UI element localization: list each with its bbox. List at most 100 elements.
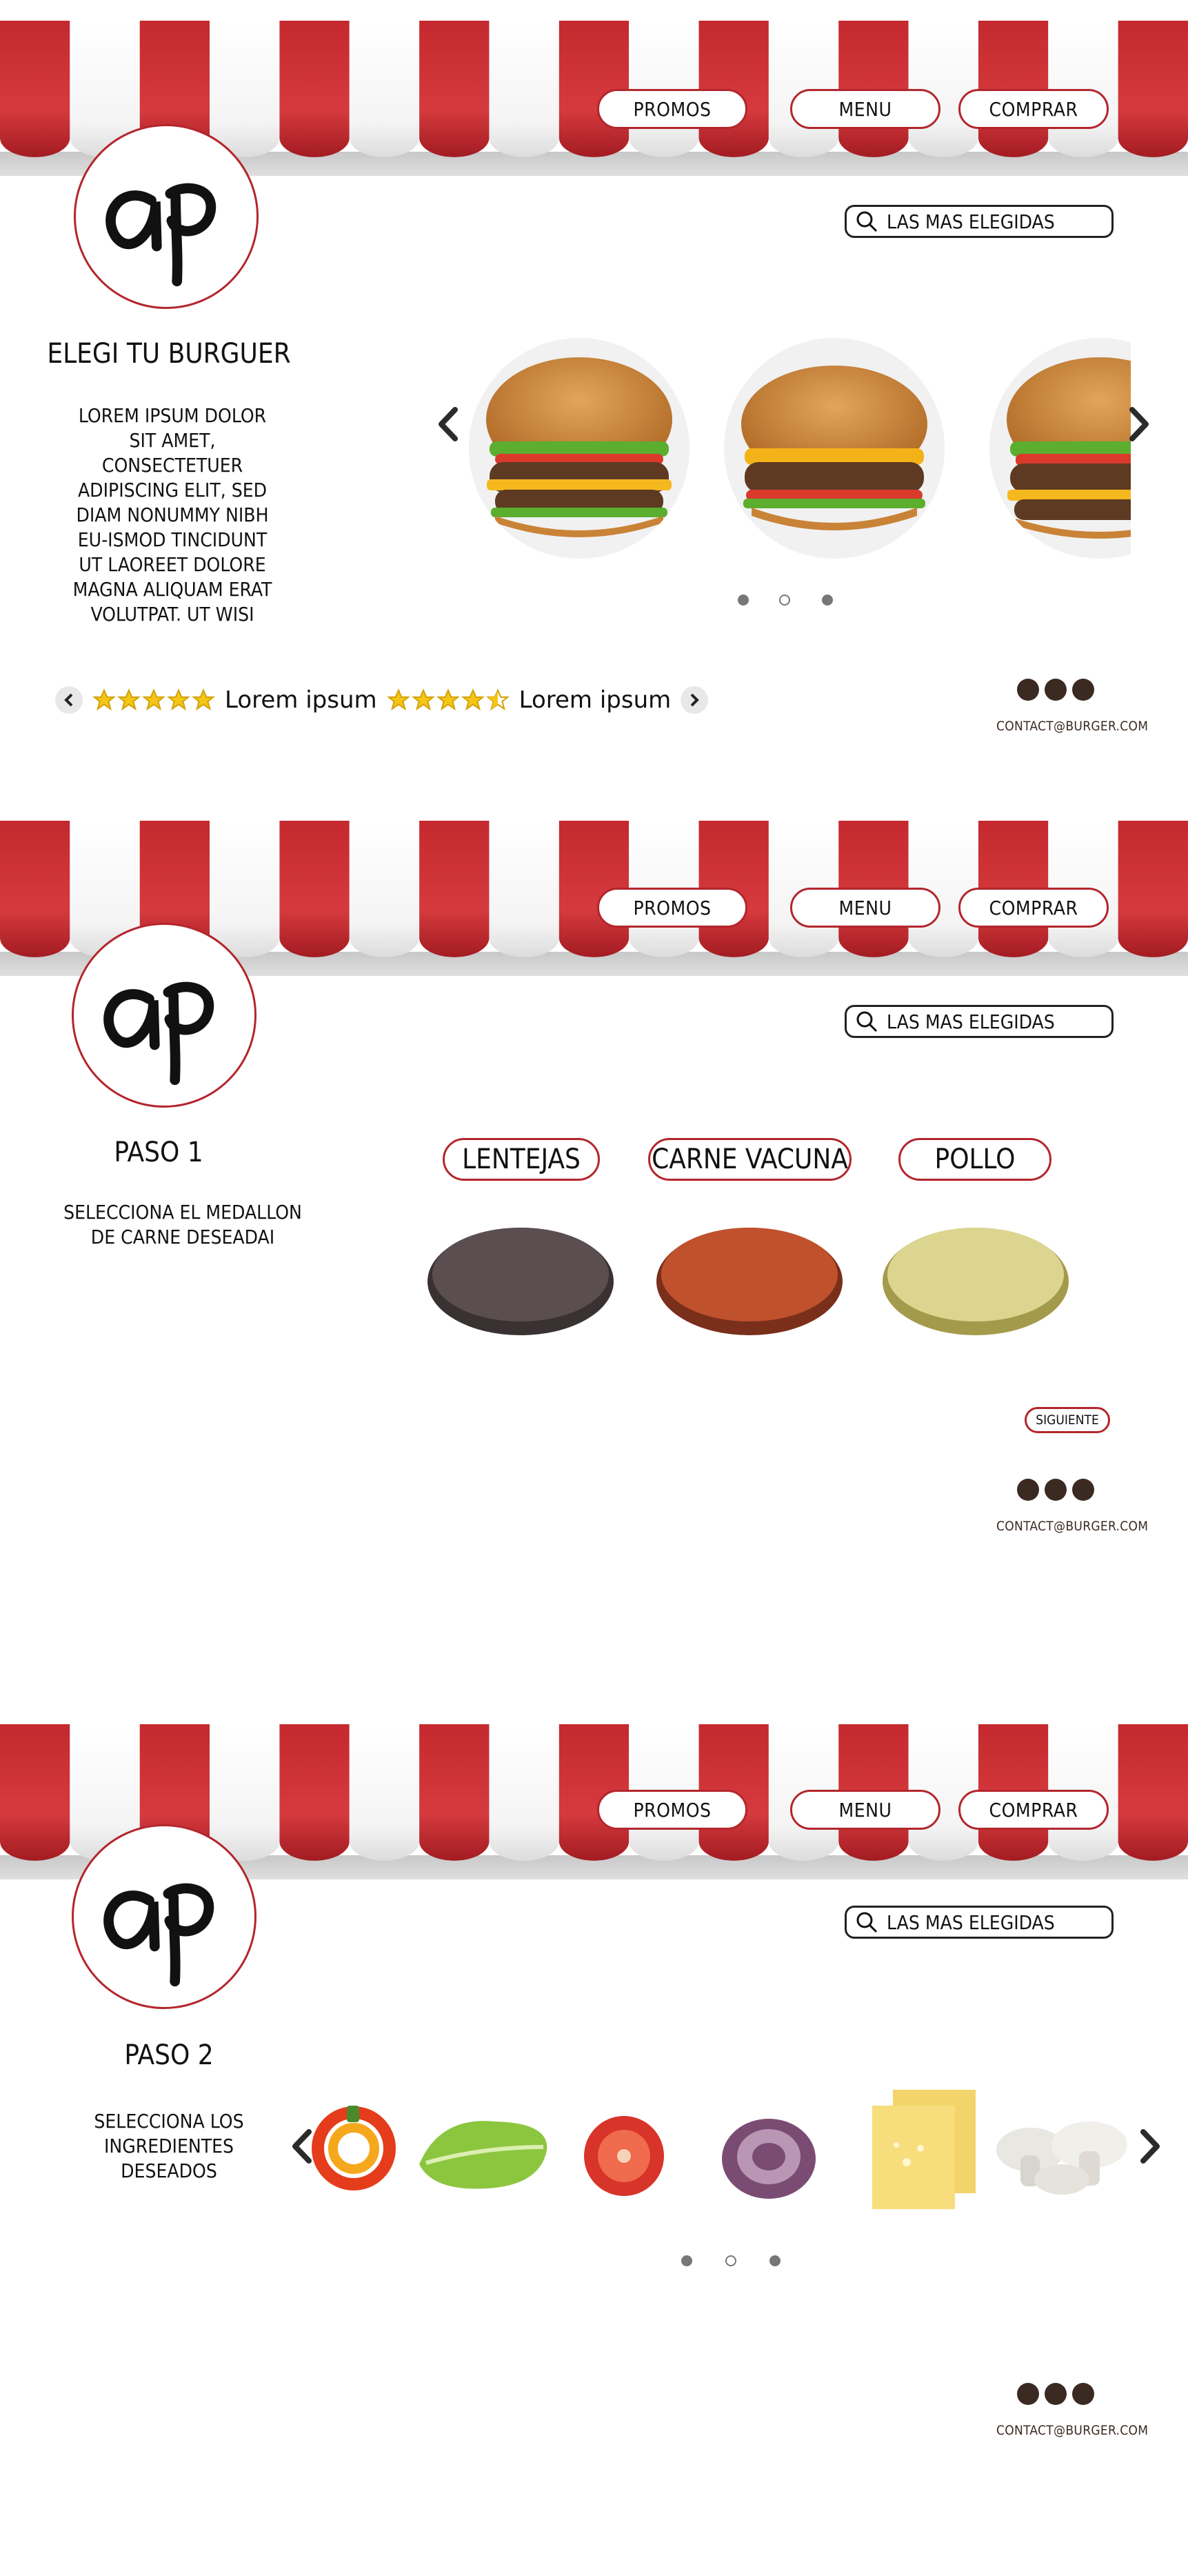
facebook-icon[interactable] [1045,2383,1067,2405]
nav-comprar-button[interactable]: COMPRAR [958,888,1109,928]
carousel-dot-2[interactable] [725,2255,736,2266]
carousel-prev-arrow[interactable] [434,406,462,443]
intro-paragraph: LOREM IPSUM DOLOR SIT AMET, CONSECTETUER… [72,404,272,626]
burger-image-1[interactable] [469,338,689,559]
burger-image-2[interactable] [724,338,945,559]
patty-carne-vacuna-image[interactable] [653,1214,846,1338]
whatsapp-icon[interactable] [1072,1479,1094,1501]
brand-logo[interactable] [72,923,256,1108]
reviews-prev-button[interactable] [55,686,83,714]
nav-promos-button[interactable]: PROMOS [597,89,747,129]
social-links [1017,1479,1094,1501]
nav-promos-button[interactable]: PROMOS [597,1790,747,1830]
nav-menu-button[interactable]: MENU [790,1790,940,1830]
star-icon [461,688,485,711]
logo-mark [103,981,214,1086]
reviews-next-button[interactable] [681,686,709,714]
carousel-dot-1[interactable] [738,595,749,606]
ingredient-tomato-image[interactable] [581,2113,667,2199]
carousel-dot-3[interactable] [822,595,833,606]
search-icon [856,211,878,232]
star-icon [117,688,141,711]
whatsapp-icon[interactable] [1072,679,1094,701]
nav-comprar-button[interactable]: COMPRAR [958,89,1109,129]
awning-stripe-white [349,821,420,957]
awning-stripe-white [489,1724,559,1861]
burger-image-3[interactable] [989,338,1131,559]
star-icon [386,688,410,711]
ingredient-cheese-image[interactable] [865,2086,983,2214]
ingredient-lettuce-image[interactable] [412,2109,554,2199]
screen-step-1: PROMOS MENU COMPRAR LAS MAS ELEGIDAS PAS… [0,800,1188,1655]
star-icon [192,688,215,711]
step-instructions: SELECCIONA LOS INGREDIENTES DESEADOS [94,2110,244,2182]
nav-menu-button[interactable]: MENU [790,888,940,928]
awning-stripe-white [489,21,559,157]
awning-stripe-red [0,21,70,157]
patty-pollo-image[interactable] [879,1214,1072,1338]
option-carne-vacuna[interactable]: CARNE VACUNA [648,1138,852,1181]
patty-lentejas-image[interactable] [424,1214,617,1338]
awning-stripe-red [0,1724,70,1861]
search-bar[interactable]: LAS MAS ELEGIDAS [845,1906,1114,1939]
ingredient-mushrooms-image[interactable] [993,2107,1138,2204]
chevron-left-icon [64,693,73,707]
contact-email[interactable]: CONTACT@BURGER.COM [996,719,1148,734]
search-label: LAS MAS ELEGIDAS [887,1010,1055,1033]
nav-comprar-button[interactable]: COMPRAR [958,1790,1109,1830]
contact-email[interactable]: CONTACT@BURGER.COM [996,2423,1148,2438]
awning-stripe-white [349,21,420,157]
awning-stripe-white [489,821,559,957]
contact-email[interactable]: CONTACT@BURGER.COM [996,1519,1148,1534]
star-icon [436,688,460,711]
awning-stripe-white [349,1724,420,1861]
carousel-dot-1[interactable] [681,2255,692,2266]
option-lentejas[interactable]: LENTEJAS [443,1138,600,1181]
awning-stripe-red [279,21,350,157]
search-label: LAS MAS ELEGIDAS [887,210,1055,233]
ingredients-next-arrow[interactable] [1136,2128,1164,2165]
facebook-icon[interactable] [1045,679,1067,701]
nav-menu-button[interactable]: MENU [790,89,940,129]
search-label: LAS MAS ELEGIDAS [887,1910,1055,1934]
instagram-icon[interactable] [1017,679,1039,701]
carousel-dot-3[interactable] [769,2255,781,2266]
awning-stripe-red [279,821,350,957]
awning-stripe-red [1118,821,1188,957]
awning-stripe-red [279,1724,350,1861]
nav-promos-button[interactable]: PROMOS [597,888,747,928]
carousel-next-arrow[interactable] [1125,406,1153,443]
next-button[interactable]: SIGUIENTE [1025,1407,1110,1433]
option-pollo[interactable]: POLLO [898,1138,1051,1181]
facebook-icon[interactable] [1045,1479,1067,1501]
instagram-icon[interactable] [1017,1479,1039,1501]
star-icon [411,688,435,711]
search-bar[interactable]: LAS MAS ELEGIDAS [845,1005,1114,1038]
search-icon [856,1912,878,1933]
instagram-icon[interactable] [1017,2383,1039,2405]
brand-logo[interactable] [74,124,259,309]
awning-stripe-red [1118,1724,1188,1861]
screen-home: PROMOS MENU COMPRAR LAS MAS ELEGIDAS ELE… [0,0,1188,779]
review-stars-1 [92,688,215,712]
reviews-strip: Lorem ipsum Lorem ipsum [55,686,709,714]
page-title: ELEGI TU BURGUER [47,338,291,370]
review-text-2: Lorem ipsum [519,686,672,714]
logo-mark [103,1883,214,1987]
awning-stripe-red [419,21,490,157]
brand-logo[interactable] [72,1824,256,2009]
awning-stripe-red [419,821,490,957]
whatsapp-icon[interactable] [1072,2383,1094,2405]
star-icon [92,688,116,711]
star-icon [485,688,510,711]
social-links [1017,679,1094,701]
star-icon [167,688,190,711]
star-icon [142,688,165,711]
search-bar[interactable]: LAS MAS ELEGIDAS [845,205,1114,238]
chevron-right-icon [690,693,700,707]
ingredient-pepper-image[interactable] [309,2100,399,2197]
ingredient-onion-image[interactable] [717,2107,820,2204]
carousel-dot-2[interactable] [779,595,790,606]
search-icon [856,1011,878,1032]
screen-step-2: PROMOS MENU COMPRAR LAS MAS ELEGIDAS PAS… [0,1704,1188,2576]
